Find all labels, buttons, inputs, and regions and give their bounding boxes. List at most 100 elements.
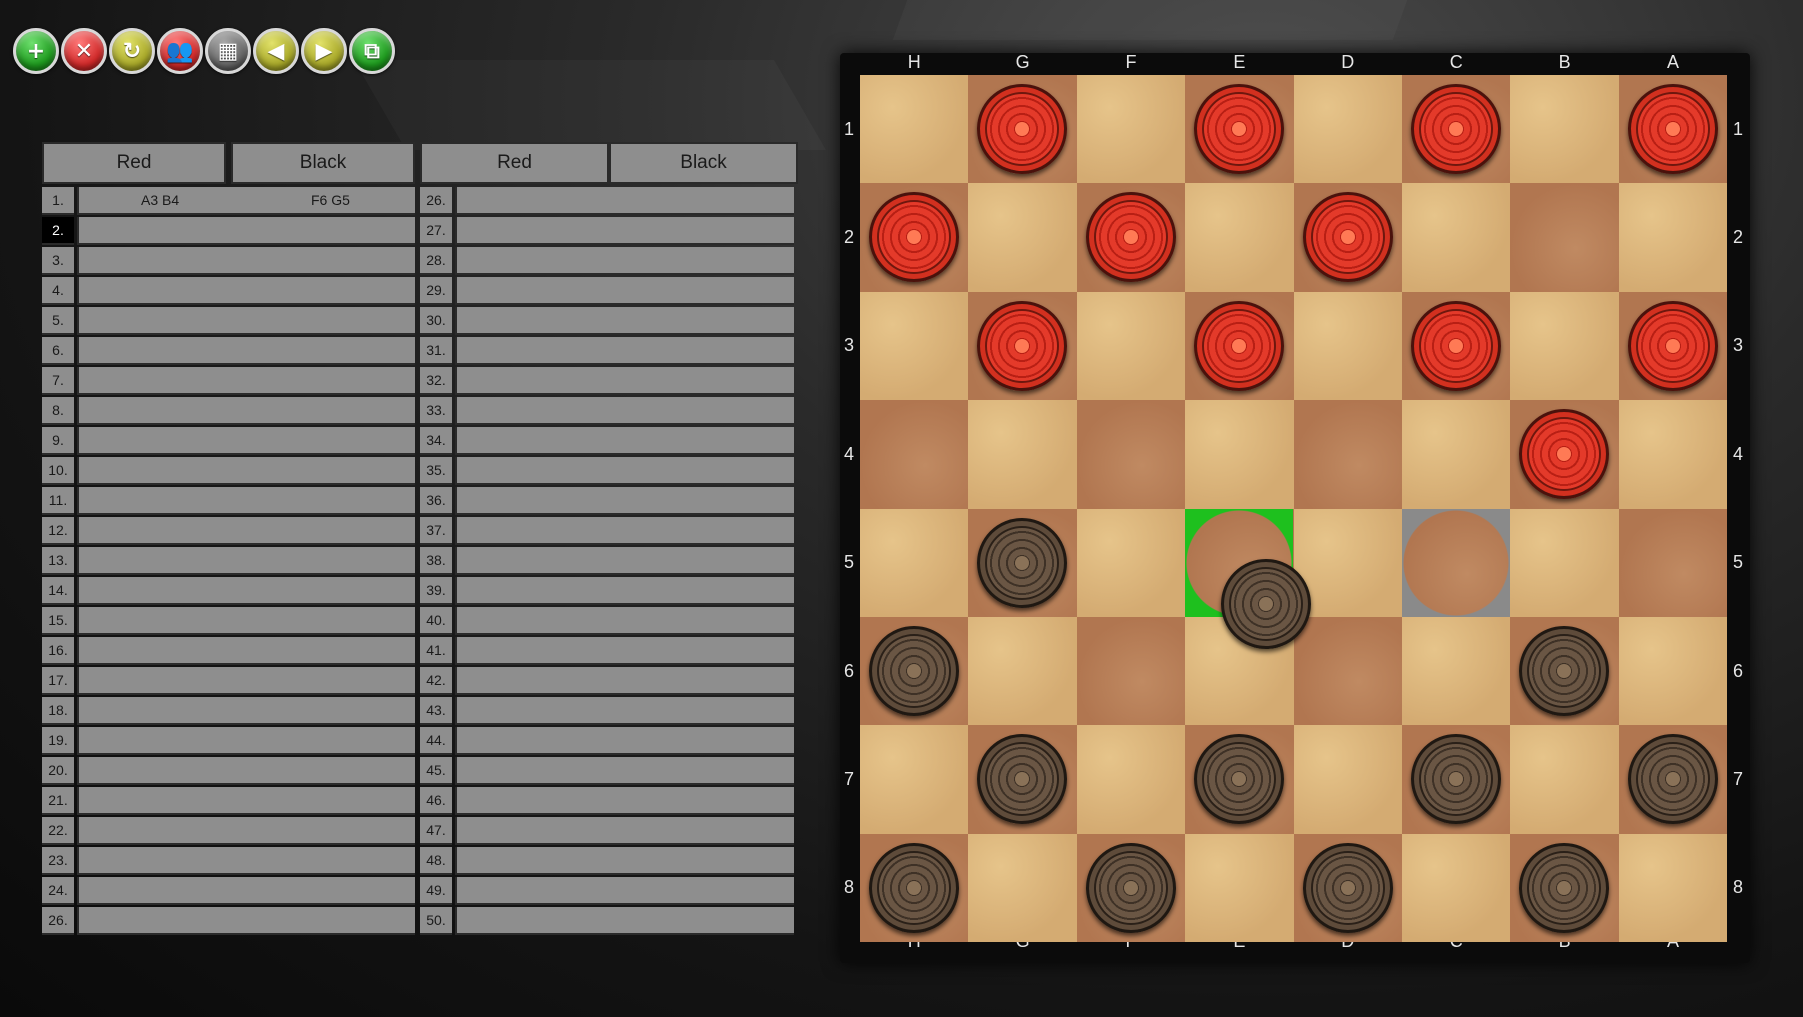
square-G8[interactable]: [968, 833, 1077, 943]
square-B3[interactable]: [1510, 291, 1619, 401]
restart-button[interactable]: ↻: [109, 28, 155, 74]
move-row[interactable]: [455, 817, 794, 845]
square-A6[interactable]: [1618, 617, 1728, 726]
square-H4[interactable]: [860, 400, 969, 509]
square-E2[interactable]: [1185, 183, 1294, 292]
move-row[interactable]: [77, 787, 415, 815]
square-B2[interactable]: [1510, 183, 1619, 292]
checkers-board[interactable]: [860, 75, 1728, 943]
move-row[interactable]: [77, 637, 415, 665]
red-checker-piece[interactable]: [977, 300, 1068, 391]
move-row[interactable]: [455, 517, 794, 545]
square-E4[interactable]: [1185, 400, 1294, 509]
move-row[interactable]: [77, 667, 415, 695]
square-D7[interactable]: [1293, 725, 1402, 834]
move-row[interactable]: [77, 607, 415, 635]
black-checker-piece[interactable]: [1194, 734, 1285, 825]
move-row[interactable]: [455, 697, 794, 725]
square-D1[interactable]: [1293, 75, 1402, 184]
square-D6[interactable]: [1293, 617, 1402, 726]
red-checker-piece[interactable]: [977, 84, 1068, 174]
square-G2[interactable]: [968, 183, 1077, 292]
move-row[interactable]: [77, 847, 415, 875]
square-D4[interactable]: [1293, 400, 1402, 509]
redo-button[interactable]: ▶: [301, 28, 347, 74]
move-row[interactable]: [77, 907, 415, 935]
move-row[interactable]: [455, 787, 794, 815]
move-row[interactable]: [77, 817, 415, 845]
square-C8[interactable]: [1402, 833, 1511, 943]
square-G4[interactable]: [968, 400, 1077, 509]
square-C2[interactable]: [1402, 183, 1511, 292]
black-checker-piece[interactable]: [1302, 842, 1393, 933]
square-F5[interactable]: [1076, 508, 1186, 617]
move-row[interactable]: [77, 757, 415, 785]
move-row[interactable]: [77, 517, 415, 545]
black-checker-piece[interactable]: [977, 517, 1068, 608]
board-button[interactable]: ▦: [205, 28, 251, 74]
move-row[interactable]: [77, 577, 415, 605]
move-target-highlight[interactable]: [1402, 508, 1510, 617]
red-checker-piece[interactable]: [869, 192, 959, 283]
red-checker-piece[interactable]: [1085, 192, 1176, 283]
square-H1[interactable]: [860, 75, 969, 184]
square-D3[interactable]: [1293, 291, 1402, 401]
move-row[interactable]: [455, 427, 794, 455]
move-row[interactable]: [77, 427, 415, 455]
move-row[interactable]: [77, 877, 415, 905]
move-row[interactable]: [455, 877, 794, 905]
new-game-button[interactable]: +: [13, 28, 59, 74]
move-row[interactable]: [455, 187, 794, 215]
square-C6[interactable]: [1402, 617, 1511, 726]
players-button[interactable]: 👥: [157, 28, 203, 74]
square-A2[interactable]: [1618, 183, 1728, 292]
move-row[interactable]: [455, 607, 794, 635]
move-row[interactable]: [77, 337, 415, 365]
move-row[interactable]: [455, 637, 794, 665]
black-checker-piece[interactable]: [869, 842, 959, 933]
square-C4[interactable]: [1402, 400, 1511, 509]
move-row[interactable]: [77, 487, 415, 515]
black-checker-piece[interactable]: [1519, 626, 1610, 716]
red-checker-piece[interactable]: [1411, 84, 1501, 174]
square-B5[interactable]: [1510, 508, 1619, 617]
move-row[interactable]: [455, 667, 794, 695]
move-row[interactable]: [455, 307, 794, 335]
red-checker-piece[interactable]: [1519, 409, 1610, 500]
square-F1[interactable]: [1076, 75, 1186, 184]
black-checker-piece[interactable]: [1085, 842, 1176, 933]
move-row[interactable]: [455, 907, 794, 935]
square-H5[interactable]: [860, 508, 969, 617]
square-F4[interactable]: [1076, 400, 1186, 509]
move-row[interactable]: [455, 397, 794, 425]
square-H3[interactable]: [860, 291, 969, 401]
square-F6[interactable]: [1076, 617, 1186, 726]
square-H7[interactable]: [860, 725, 969, 834]
move-row[interactable]: [77, 547, 415, 575]
network-button[interactable]: ⧉: [349, 28, 395, 74]
move-row[interactable]: [455, 247, 794, 275]
square-G6[interactable]: [968, 617, 1077, 726]
move-row[interactable]: [455, 217, 794, 245]
square-F7[interactable]: [1076, 725, 1186, 834]
black-checker-piece[interactable]: [1627, 734, 1718, 825]
move-row[interactable]: [77, 247, 415, 275]
move-row[interactable]: [455, 367, 794, 395]
move-row[interactable]: [77, 397, 415, 425]
move-row[interactable]: [455, 727, 794, 755]
red-checker-piece[interactable]: [1627, 300, 1718, 391]
move-row[interactable]: [455, 277, 794, 305]
move-row[interactable]: [455, 577, 794, 605]
move-row[interactable]: [455, 757, 794, 785]
close-button[interactable]: ✕: [61, 28, 107, 74]
move-row[interactable]: [77, 697, 415, 725]
move-row[interactable]: [455, 547, 794, 575]
move-row[interactable]: [77, 367, 415, 395]
red-checker-piece[interactable]: [1194, 84, 1285, 174]
square-A8[interactable]: [1618, 833, 1728, 943]
move-row[interactable]: [455, 337, 794, 365]
move-row[interactable]: [77, 457, 415, 485]
square-E8[interactable]: [1185, 833, 1294, 943]
square-B7[interactable]: [1510, 725, 1619, 834]
move-row[interactable]: [455, 457, 794, 485]
